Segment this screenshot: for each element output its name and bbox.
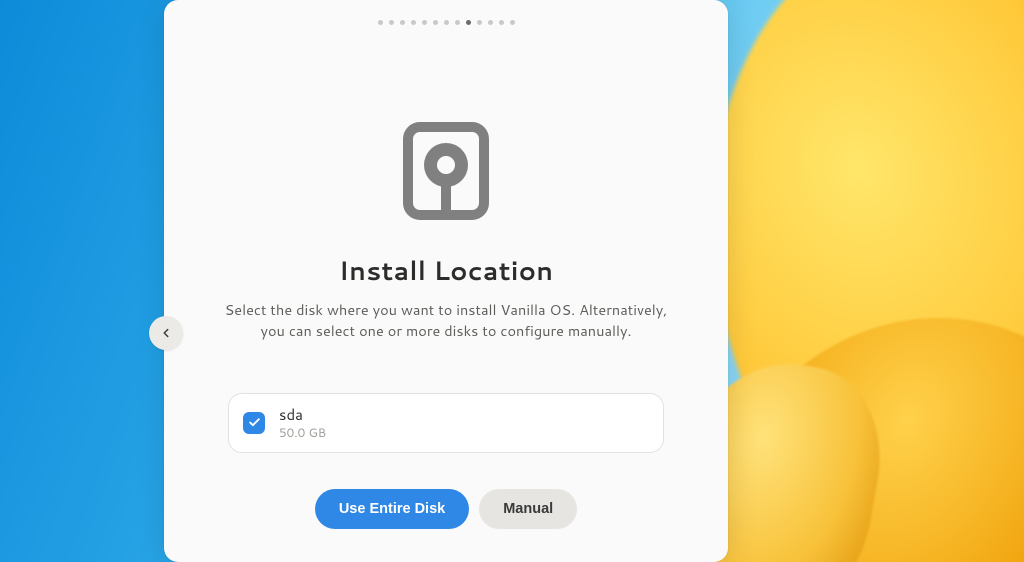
page-dot[interactable] xyxy=(411,20,416,25)
page-dot[interactable] xyxy=(422,20,427,25)
disk-hero-icon xyxy=(396,121,496,221)
disk-size: 50.0 GB xyxy=(279,425,326,440)
page-dot[interactable] xyxy=(389,20,394,25)
use-entire-disk-button[interactable]: Use Entire Disk xyxy=(315,489,469,529)
action-row: Use Entire Disk Manual xyxy=(315,489,577,529)
page-dot[interactable] xyxy=(455,20,460,25)
chevron-left-icon xyxy=(159,326,173,340)
disk-name: sda xyxy=(279,406,326,425)
check-icon xyxy=(248,416,261,429)
installer-dialog: Install Location Select the disk where y… xyxy=(164,0,728,562)
page-dot[interactable] xyxy=(488,20,493,25)
disk-row[interactable]: sda 50.0 GB xyxy=(228,393,664,453)
page-dot[interactable] xyxy=(477,20,482,25)
page-title: Install Location xyxy=(339,253,554,289)
page-dot[interactable] xyxy=(400,20,405,25)
page-indicator xyxy=(378,20,515,25)
disk-checkbox[interactable] xyxy=(243,412,265,434)
manual-button[interactable]: Manual xyxy=(479,489,577,529)
page-dot[interactable] xyxy=(499,20,504,25)
page-dot[interactable] xyxy=(433,20,438,25)
page-dot[interactable] xyxy=(378,20,383,25)
page-subtitle: Select the disk where you want to instal… xyxy=(164,299,728,341)
page-dot[interactable] xyxy=(466,20,471,25)
back-button[interactable] xyxy=(149,316,183,350)
disk-label: sda 50.0 GB xyxy=(279,406,326,440)
page-dot[interactable] xyxy=(444,20,449,25)
page-dot[interactable] xyxy=(510,20,515,25)
